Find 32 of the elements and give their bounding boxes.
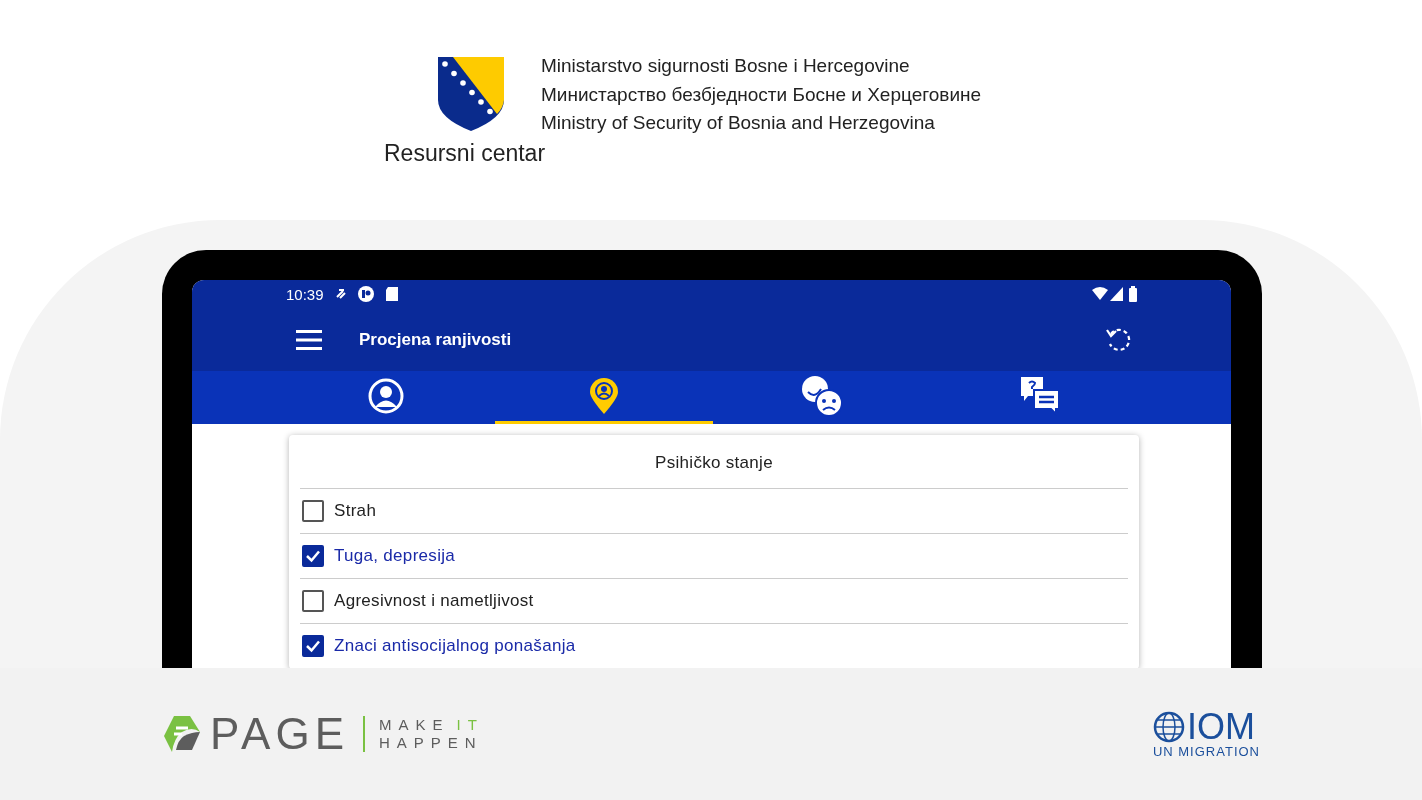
checkbox[interactable] — [302, 545, 324, 567]
subtitle: Resursni centar — [384, 139, 547, 167]
checkbox-label: Znaci antisocijalnog ponašanja — [334, 636, 576, 656]
sync-icon — [335, 288, 346, 300]
checkbox[interactable] — [302, 590, 324, 612]
brand-name: PAGE — [210, 709, 349, 759]
checkbox-label: Tuga, depresija — [334, 546, 456, 566]
coat-of-arms-icon — [437, 56, 505, 132]
app-notification-icon — [357, 286, 374, 302]
checkbox[interactable] — [302, 635, 324, 657]
status-time: 10:39 — [286, 285, 324, 303]
globe-emblem-icon — [1152, 710, 1185, 743]
brand-tagline: UN MIGRATION — [1152, 743, 1260, 759]
tagline-word: MAKE — [379, 716, 450, 734]
brand-name: IOM — [1186, 709, 1255, 744]
card-title: Psihičko stanje — [300, 435, 1128, 489]
tagline-word: HAPPEN — [379, 734, 484, 752]
status-system-icons — [1091, 286, 1139, 302]
faces-icon — [801, 375, 843, 417]
tagline-word: IT — [456, 716, 484, 734]
ministry-name: Ministarstvo sigurnosti Bosne i Hercegovine — [541, 54, 911, 78]
ministry-name: Ministry of Security of Bosnia and Herzegovina — [541, 111, 936, 135]
location-pin-icon — [588, 376, 620, 416]
ministry-name: Министарство безбједности Босне и Херцеговине — [541, 82, 982, 107]
screen-title: Procjena ranjivosti — [359, 329, 512, 350]
sd-card-icon — [385, 287, 398, 301]
checkbox-label: Agresivnost i nametljivost — [334, 591, 534, 611]
checkbox[interactable] — [302, 500, 324, 522]
menu-icon[interactable] — [296, 329, 322, 350]
leaf-logo-icon — [162, 714, 202, 754]
person-icon — [368, 378, 404, 414]
checkbox-label: Strah — [334, 501, 377, 521]
